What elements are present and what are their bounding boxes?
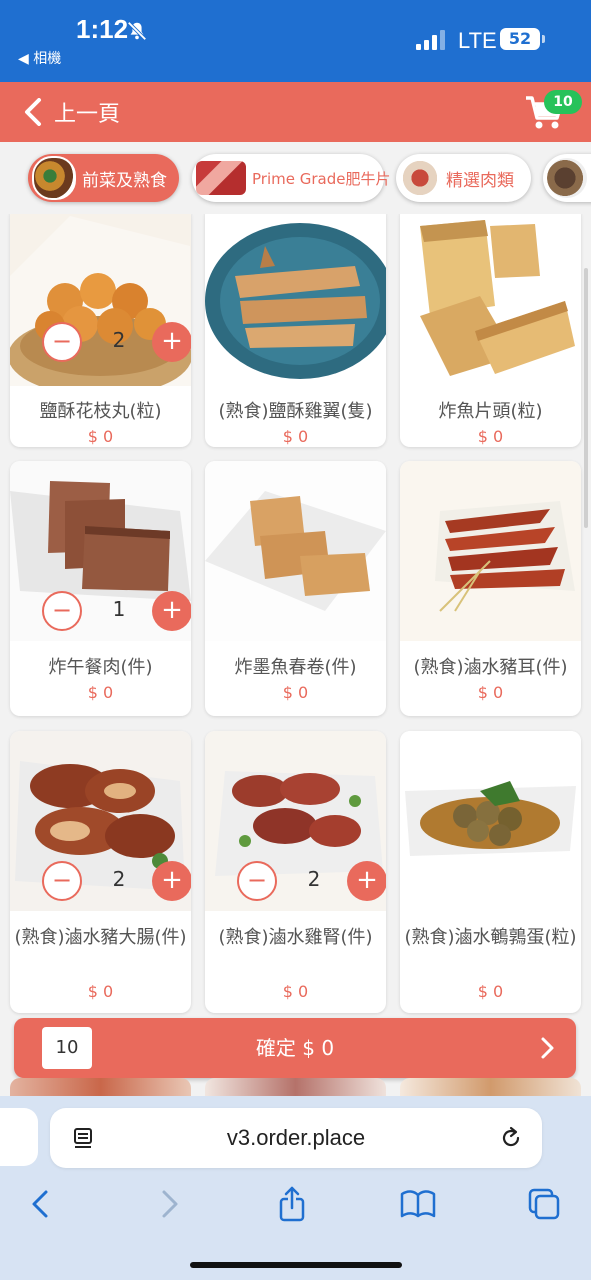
signal-icon — [416, 30, 445, 50]
previous-tab[interactable] — [0, 1108, 38, 1166]
category-label: 前菜及熟食 — [82, 170, 167, 191]
product-price: $ 0 — [282, 683, 309, 702]
product-name: (熟食)滷水雞腎(件) — [218, 927, 373, 948]
product-image — [205, 214, 386, 386]
quantity-stepper: − 2 + — [237, 861, 386, 901]
home-indicator[interactable] — [190, 1262, 402, 1268]
product-card[interactable]: 炸墨魚春卷(件) $ 0 — [205, 461, 386, 716]
product-card[interactable]: − 2 + 鹽酥花枝丸(粒) $ 0 — [10, 214, 191, 447]
browser-toolbar: v3.order.place — [0, 1096, 591, 1280]
category-tab-meats[interactable]: 精選肉類 — [396, 154, 531, 202]
product-name: (熟食)滷水豬耳(件) — [413, 657, 568, 678]
product-image-peek — [205, 1078, 386, 1098]
quantity-value: 2 — [112, 867, 126, 891]
category-bar: 前菜及熟食 Prime Grade肥牛片 精選肉類 — [0, 142, 591, 214]
browser-forward-icon[interactable] — [148, 1186, 188, 1222]
quantity-stepper: − 1 + — [42, 591, 191, 631]
product-image-peek — [400, 1078, 581, 1098]
increase-button[interactable]: + — [152, 591, 191, 631]
product-card[interactable]: 炸魚片頭(粒) $ 0 — [400, 214, 581, 447]
product-price: $ 0 — [282, 427, 309, 446]
confirm-order-button[interactable]: 確定 $ 0 10 — [14, 1018, 576, 1078]
status-bar: 1:12 ◀ 相機 LTE 52 — [0, 0, 591, 82]
category-tab-appetizers[interactable]: 前菜及熟食 — [28, 154, 179, 202]
product-card[interactable]: (熟食)鹽酥雞翼(隻) $ 0 — [205, 214, 386, 447]
product-name: 炸魚片頭(粒) — [438, 401, 543, 422]
scrollbar[interactable] — [584, 268, 588, 528]
category-label: 精選肉類 — [446, 170, 514, 191]
product-price: $ 0 — [87, 427, 114, 446]
cart-count-badge: 10 — [544, 90, 582, 114]
battery-icon: 52 — [500, 28, 540, 50]
product-name: 炸午餐肉(件) — [48, 657, 153, 678]
increase-button[interactable]: + — [152, 861, 191, 901]
bell-slash-icon — [127, 21, 147, 41]
product-price: $ 0 — [282, 982, 309, 1001]
product-card[interactable]: (熟食)滷水豬耳(件) $ 0 — [400, 461, 581, 716]
tabs-icon[interactable] — [524, 1186, 564, 1222]
product-image — [205, 461, 386, 641]
browser-back-icon[interactable] — [22, 1186, 62, 1222]
bookmarks-icon[interactable] — [398, 1186, 438, 1222]
product-price: $ 0 — [477, 982, 504, 1001]
product-price: $ 0 — [87, 982, 114, 1001]
reload-icon[interactable] — [498, 1125, 524, 1151]
category-thumbnail — [32, 156, 76, 200]
decrease-button[interactable]: − — [237, 861, 277, 901]
category-tab-more[interactable] — [543, 154, 591, 202]
order-count: 10 — [42, 1027, 92, 1069]
category-tab-prime-beef[interactable]: Prime Grade肥牛片 — [192, 154, 390, 202]
product-card[interactable]: − 1 + 炸午餐肉(件) $ 0 — [10, 461, 191, 716]
product-name: (熟食)鹽酥雞翼(隻) — [218, 401, 373, 422]
app-header: 上一頁 — [0, 82, 591, 142]
product-name: (熟食)滷水豬大腸(件) — [14, 927, 187, 948]
quantity-value: 1 — [112, 597, 126, 621]
decrease-button[interactable]: − — [42, 322, 82, 362]
product-name: 炸墨魚春卷(件) — [234, 657, 357, 678]
decrease-button[interactable]: − — [42, 861, 82, 901]
confirm-label: 確定 $ 0 — [255, 1036, 335, 1060]
product-image-peek — [10, 1078, 191, 1098]
status-time: 1:12 — [76, 14, 129, 44]
chevron-right-icon — [541, 1037, 554, 1059]
next-row-peek — [0, 1078, 591, 1098]
back-button[interactable]: 上一頁 — [24, 92, 120, 132]
increase-button[interactable]: + — [152, 322, 191, 362]
quantity-value: 2 — [307, 867, 321, 891]
carrier-label: LTE — [458, 28, 497, 53]
share-icon[interactable] — [272, 1186, 312, 1222]
address-bar[interactable]: v3.order.place — [50, 1108, 542, 1168]
product-grid: − 2 + 鹽酥花枝丸(粒) $ 0 (熟食)鹽酥雞翼(隻) $ 0 炸魚片頭(… — [0, 214, 591, 1020]
back-label: 上一頁 — [54, 102, 121, 127]
battery-tip — [542, 35, 545, 43]
product-image — [400, 461, 581, 641]
product-price: $ 0 — [477, 683, 504, 702]
product-card[interactable]: − 2 + (熟食)滷水豬大腸(件) $ 0 — [10, 731, 191, 1013]
product-price: $ 0 — [87, 683, 114, 702]
chevron-left-icon — [25, 98, 41, 126]
category-thumbnail — [196, 161, 246, 195]
url-text: v3.order.place — [226, 1125, 366, 1150]
increase-button[interactable]: + — [347, 861, 386, 901]
quantity-stepper: − 2 + — [42, 322, 191, 362]
product-name: 鹽酥花枝丸(粒) — [39, 401, 162, 422]
category-thumbnail — [400, 158, 440, 198]
product-name: (熟食)滷水鵪鶉蛋(粒) — [404, 927, 577, 948]
product-image — [400, 731, 581, 911]
quantity-value: 2 — [112, 328, 126, 352]
back-to-app-link[interactable]: ◀ 相機 — [18, 48, 61, 68]
product-card[interactable]: (熟食)滷水鵪鶉蛋(粒) $ 0 — [400, 731, 581, 1013]
decrease-button[interactable]: − — [42, 591, 82, 631]
product-price: $ 0 — [477, 427, 504, 446]
category-thumbnail — [547, 158, 587, 198]
product-image — [400, 214, 581, 386]
quantity-stepper: − 2 + — [42, 861, 191, 901]
category-label: Prime Grade肥牛片 — [252, 169, 391, 188]
product-card[interactable]: − 2 + (熟食)滷水雞腎(件) $ 0 — [205, 731, 386, 1013]
